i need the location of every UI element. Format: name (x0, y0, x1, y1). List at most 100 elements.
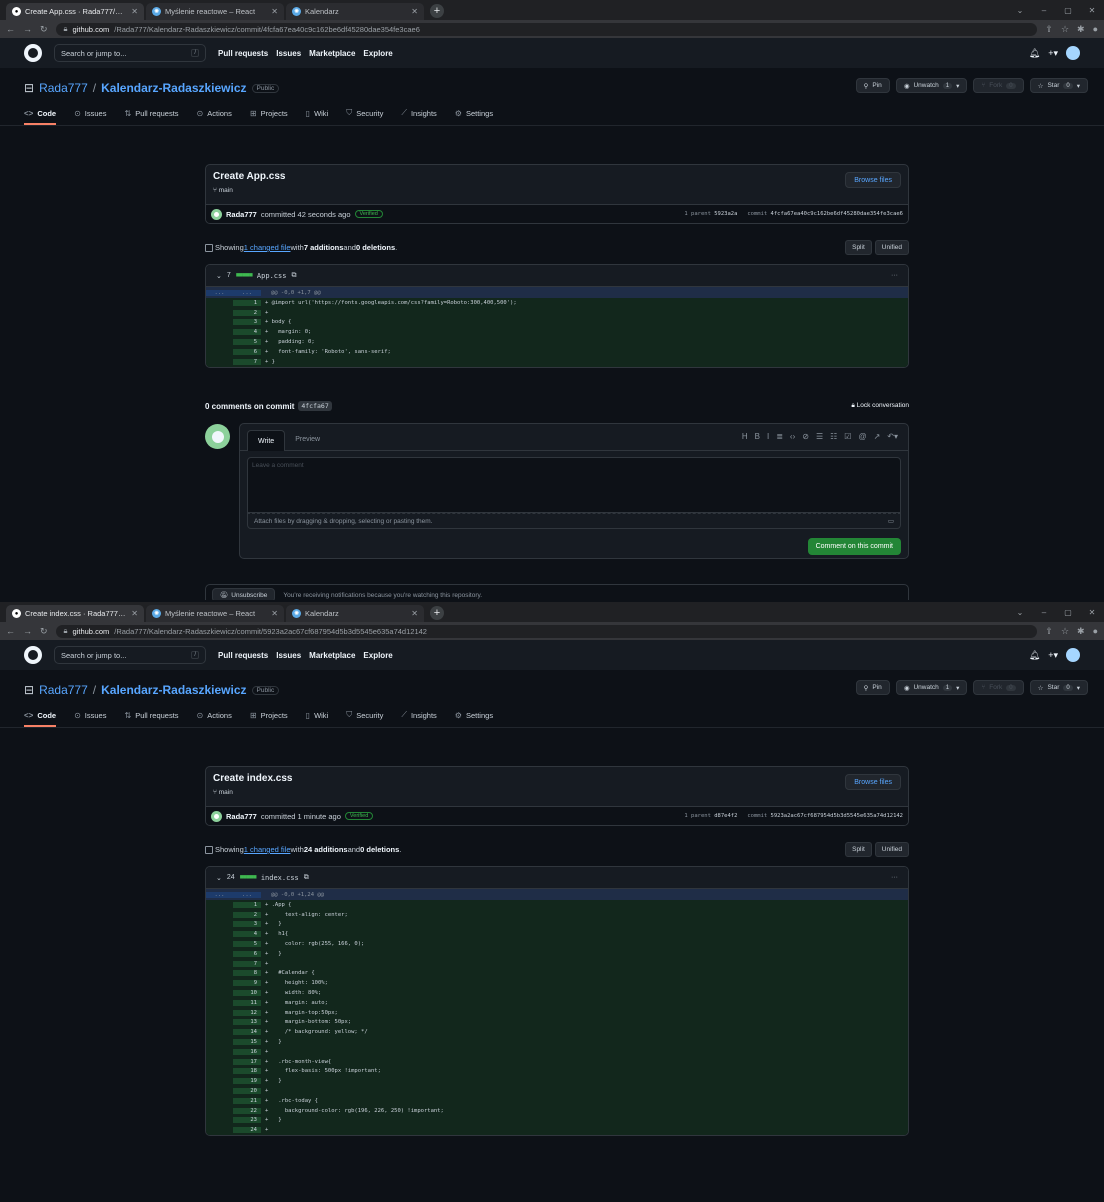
copy-icon[interactable]: ⧉ (291, 272, 296, 280)
new-line-number[interactable]: 14 (233, 1029, 261, 1036)
task-list-icon[interactable]: ☑ (844, 432, 851, 441)
tab-wiki[interactable]: ▯ Wiki (306, 103, 329, 125)
changed-files-link[interactable]: 1 changed file (244, 845, 291, 854)
file-menu-button[interactable]: ··· (891, 874, 898, 881)
github-logo-icon[interactable] (24, 44, 42, 62)
new-line-number[interactable]: 6 (233, 348, 261, 355)
new-line-number[interactable]: 9 (233, 980, 261, 987)
pin-button[interactable]: ⚲ Pin (855, 680, 890, 695)
new-line-number[interactable]: 2 (233, 309, 261, 316)
heading-icon[interactable]: H (742, 432, 748, 441)
new-line-number[interactable]: 17 (233, 1058, 261, 1065)
tab-insights[interactable]: ⟋ Insights (401, 103, 436, 125)
close-icon[interactable]: ✕ (131, 7, 138, 16)
new-line-number[interactable]: 11 (233, 999, 261, 1006)
new-line-number[interactable]: 24 (233, 1127, 261, 1134)
comment-textarea[interactable]: Leave a comment (247, 457, 901, 513)
tab-pull-requests[interactable]: ⇅ Pull requests (124, 103, 178, 125)
unsubscribe-button[interactable]: 🔕︎ Unsubscribe (212, 588, 276, 600)
repo-name-link[interactable]: Kalendarz-Radaszkiewicz (101, 683, 246, 697)
new-line-number[interactable]: 10 (233, 990, 261, 997)
attach-files-area[interactable]: Attach files by dragging & dropping, sel… (247, 513, 901, 529)
tab-settings[interactable]: ⚙ Settings (455, 705, 493, 727)
new-line-number[interactable]: 7 (233, 960, 261, 967)
new-line-number[interactable]: 3 (233, 921, 261, 928)
tab-issues[interactable]: ⊙ Issues (74, 705, 106, 727)
bell-icon[interactable]: 🔔︎ (1029, 650, 1040, 661)
new-line-number[interactable]: 13 (233, 1019, 261, 1026)
browser-tab-1[interactable]: ● Create App.css · Rada777/Kalend ✕ (6, 3, 144, 20)
browser-tab-3[interactable]: ✺ Kalendarz ✕ (286, 605, 424, 622)
star-button[interactable]: ☆ Star 0 ▾ (1029, 680, 1088, 695)
new-tab-button[interactable]: + (430, 4, 444, 18)
verified-badge[interactable]: Verified (354, 210, 383, 218)
new-line-number[interactable]: 6 (233, 950, 261, 957)
tab-issues[interactable]: ⊙ Issues (74, 103, 106, 125)
tab-projects[interactable]: ⊞ Projects (250, 103, 288, 125)
minimize-icon[interactable]: – (1032, 0, 1056, 20)
unwatch-button[interactable]: ◉ Unwatch 1 ▾ (895, 680, 968, 695)
tab-actions[interactable]: ⊙ Actions (197, 705, 232, 727)
share-icon[interactable]: ⇪ (1045, 24, 1053, 35)
code-icon[interactable]: ‹› (790, 432, 795, 441)
new-line-number[interactable]: 1 (233, 901, 261, 908)
browser-tab-3[interactable]: ✺ Kalendarz ✕ (286, 3, 424, 20)
back-icon[interactable]: ← (6, 24, 15, 34)
new-line-number[interactable]: 20 (233, 1088, 261, 1095)
share-icon[interactable]: ⇪ (1045, 626, 1053, 637)
tab-pull-requests[interactable]: ⇅ Pull requests (124, 705, 178, 727)
unwatch-button[interactable]: ◉ Unwatch 1 ▾ (895, 78, 968, 93)
nav-issues[interactable]: Issues (276, 651, 301, 660)
new-line-number[interactable]: 2 (233, 911, 261, 918)
new-line-number[interactable]: 19 (233, 1078, 261, 1085)
split-button[interactable]: Split (845, 240, 872, 255)
profile-icon[interactable]: ● (1093, 24, 1098, 34)
close-icon[interactable]: ✕ (271, 7, 278, 16)
tab-code[interactable]: <> Code (24, 103, 57, 125)
avatar[interactable] (1066, 648, 1080, 662)
search-input[interactable]: Search or jump to... / (54, 646, 206, 664)
new-line-number[interactable]: 7 (233, 358, 261, 365)
star-icon[interactable]: ☆ (1061, 626, 1069, 637)
repo-name-link[interactable]: Kalendarz-Radaszkiewicz (101, 81, 246, 95)
comment-button[interactable]: Comment on this commit (807, 538, 901, 555)
reference-icon[interactable]: ↗ (874, 432, 881, 441)
bell-icon[interactable]: 🔔︎ (1029, 48, 1040, 59)
changed-files-link[interactable]: 1 changed file (244, 243, 291, 252)
copy-icon[interactable]: ⧉ (304, 874, 309, 882)
tab-actions[interactable]: ⊙ Actions (197, 103, 232, 125)
tab-preview[interactable]: Preview (285, 429, 330, 450)
tab-security[interactable]: ⛉ Security (346, 103, 383, 125)
file-name[interactable]: App.css (257, 272, 287, 280)
chevron-down-icon[interactable]: ⌄ (1008, 602, 1032, 622)
tab-projects[interactable]: ⊞ Projects (250, 705, 288, 727)
mention-icon[interactable]: @ (858, 432, 866, 441)
star-icon[interactable]: ☆ (1061, 24, 1069, 35)
browser-tab-1[interactable]: ●Create index.css · Rada777/Kalen✕ (6, 605, 144, 622)
bullet-list-icon[interactable]: ☰ (816, 432, 823, 441)
reload-icon[interactable]: ↻ (40, 626, 48, 637)
url-field[interactable]: 🔒︎ github.com/Rada777/Kalendarz-Radaszkie… (55, 624, 1038, 638)
unified-button[interactable]: Unified (874, 842, 909, 857)
new-line-number[interactable]: 5 (233, 339, 261, 346)
forward-icon[interactable]: → (23, 626, 32, 636)
nav-explore[interactable]: Explore (363, 651, 392, 660)
new-line-number[interactable]: 18 (233, 1068, 261, 1075)
numbered-list-icon[interactable]: ☷ (830, 432, 837, 441)
new-line-number[interactable]: 15 (233, 1039, 261, 1046)
repo-owner-link[interactable]: Rada777 (39, 81, 88, 95)
chevron-down-icon[interactable]: ⌄ (1008, 0, 1032, 20)
close-icon[interactable]: ✕ (411, 7, 418, 16)
close-icon[interactable]: ✕ (411, 609, 418, 618)
close-window-icon[interactable]: ✕ (1080, 0, 1104, 20)
nav-pull-requests[interactable]: Pull requests (218, 49, 268, 58)
tab-write[interactable]: Write (247, 430, 286, 451)
close-icon[interactable]: ✕ (131, 609, 138, 618)
extensions-icon[interactable]: ✱ (1077, 24, 1085, 35)
fork-button[interactable]: ⑂ Fork 0 (973, 680, 1024, 695)
new-line-number[interactable]: 8 (233, 970, 261, 977)
file-name[interactable]: index.css (261, 874, 299, 882)
new-line-number[interactable]: 21 (233, 1097, 261, 1104)
lock-conversation-button[interactable]: 🔒︎ Lock conversation (851, 402, 909, 410)
parent-sha-link[interactable]: 5923a2a (714, 211, 737, 217)
